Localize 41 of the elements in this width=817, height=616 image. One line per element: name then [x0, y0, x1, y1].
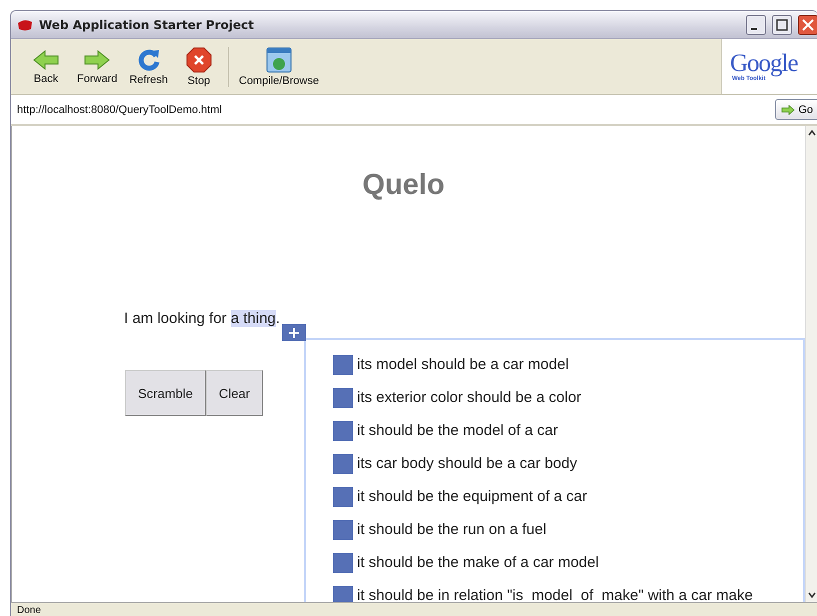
- suggestion-item[interactable]: it should be the make of a car model: [357, 554, 599, 571]
- logo-name: Google: [730, 52, 799, 76]
- square-icon: [333, 454, 353, 474]
- square-icon: [333, 520, 353, 540]
- square-icon: [333, 354, 353, 374]
- toolbar-button[interactable]: Forward: [71, 48, 124, 84]
- toolbar-button[interactable]: Back: [21, 48, 71, 84]
- suggestion-item[interactable]: its exterior color should be a color: [357, 389, 582, 406]
- close-icon[interactable]: [798, 14, 817, 34]
- suggestion-item[interactable]: it should be the run on a fuel: [357, 521, 546, 538]
- square-icon: [333, 420, 353, 440]
- toolbar-button[interactable]: Refresh: [123, 48, 174, 86]
- stop-icon: [186, 46, 212, 72]
- forward-arrow-icon: [84, 48, 110, 70]
- query-sentence: I am looking for a thing.: [124, 310, 281, 327]
- refresh-icon: [136, 48, 161, 72]
- status-text: Done: [17, 604, 41, 616]
- toolbar-button[interactable]: Compile/Browse: [232, 46, 325, 86]
- maximize-icon[interactable]: [772, 14, 792, 34]
- toolbar-button[interactable]: Stop: [174, 46, 224, 86]
- suggestion-item[interactable]: it should be the model of a car: [357, 422, 558, 439]
- browser-window-icon: [266, 46, 292, 72]
- suggestion-item[interactable]: it should be in relation "is_model_of_make" with a car make: [357, 587, 753, 602]
- action-button[interactable]: Scramble: [125, 370, 206, 416]
- suggestion-item[interactable]: it should be the equipment of a car: [357, 488, 588, 505]
- square-icon: [333, 552, 353, 572]
- suggestion-item[interactable]: its model should be a car model: [357, 356, 569, 373]
- square-icon: [333, 586, 353, 602]
- window-title: Web Application Starter Project: [39, 18, 255, 32]
- minimize-icon[interactable]: [746, 14, 766, 34]
- square-icon: [333, 388, 353, 408]
- square-icon: [333, 486, 353, 506]
- back-arrow-icon: [33, 48, 59, 70]
- suggestion-item[interactable]: its car body should be a car body: [357, 455, 578, 472]
- app-icon: [17, 18, 33, 32]
- add-button[interactable]: +: [282, 324, 306, 341]
- action-button[interactable]: Clear: [206, 370, 263, 416]
- go-arrow-icon: [781, 104, 796, 114]
- page-title: Quelo: [361, 169, 446, 202]
- address-bar[interactable]: http://localhost:8080/QueryToolDemo.html Go: [11, 95, 817, 126]
- go-button[interactable]: Go: [775, 99, 817, 120]
